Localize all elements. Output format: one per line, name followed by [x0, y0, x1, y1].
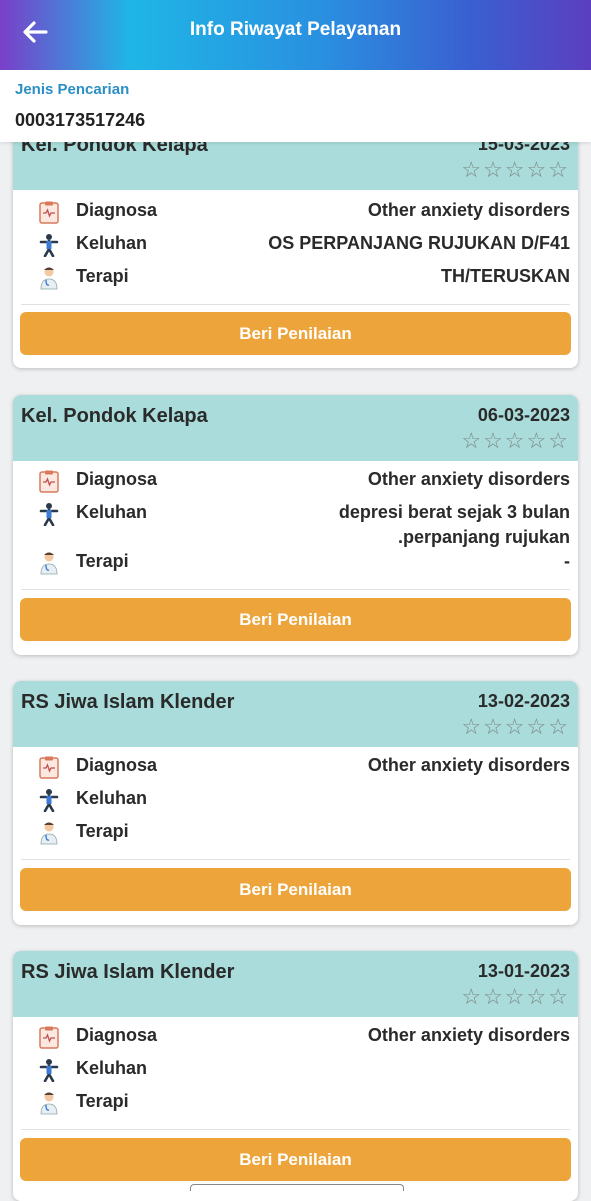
facility-name: RS Jiwa Islam Klender: [21, 691, 235, 713]
star-icon[interactable]: ☆: [483, 985, 503, 1009]
star-icon[interactable]: ☆: [527, 158, 547, 182]
app-bar: Info Riwayat Pelayanan: [0, 0, 591, 70]
card-header: RS Jiwa Islam Klender 13-02-2023 ☆ ☆ ☆ ☆ ☆: [13, 681, 578, 747]
terapi-value: -: [564, 551, 570, 571]
keluhan-label: Keluhan: [76, 1058, 148, 1078]
terapi-label: Terapi: [76, 1091, 129, 1111]
diagnosa-value: Other anxiety disorders: [367, 1025, 570, 1045]
person-icon: [39, 1059, 59, 1082]
diagnosa-value: Other anxiety disorders: [367, 200, 570, 220]
rate-button[interactable]: Beri Penilaian: [20, 868, 571, 911]
star-icon[interactable]: ☆: [505, 985, 525, 1009]
star-icon[interactable]: ☆: [548, 158, 568, 182]
search-value: 0003173517246: [15, 110, 146, 130]
person-icon: [39, 234, 59, 257]
search-type-label: Jenis Pencarian: [15, 81, 130, 98]
divider: [21, 589, 570, 590]
keluhan-label: Keluhan: [76, 502, 148, 522]
card-header: Kel. Pondok Kelapa 06-03-2023 ☆ ☆ ☆ ☆ ☆: [13, 395, 578, 461]
star-icon[interactable]: ☆: [505, 715, 525, 739]
doctor-icon: [40, 822, 58, 845]
rate-button[interactable]: Beri Penilaian: [20, 312, 571, 355]
divider: [21, 304, 570, 305]
terapi-label: Terapi: [76, 821, 129, 841]
terapi-label: Terapi: [76, 266, 129, 286]
clipboard-icon: [39, 756, 59, 779]
divider: [21, 1129, 570, 1130]
star-icon[interactable]: ☆: [461, 429, 481, 453]
doctor-icon: [40, 267, 58, 290]
star-icon[interactable]: ☆: [461, 158, 481, 182]
star-icon[interactable]: ☆: [483, 158, 503, 182]
clipboard-icon: [39, 201, 59, 224]
card-header: RS Jiwa Islam Klender 13-01-2023 ☆ ☆ ☆ ☆ ☆: [13, 951, 578, 1017]
star-icon[interactable]: ☆: [483, 429, 503, 453]
keluhan-value: OS PERPANJANG RUJUKAN D/F41: [268, 233, 570, 253]
facility-name: Kel. Pondok Kelapa: [21, 405, 208, 427]
rate-button[interactable]: Beri Penilaian: [20, 598, 571, 641]
star-icon[interactable]: ☆: [548, 429, 568, 453]
diagnosa-label: Diagnosa: [76, 469, 158, 489]
terapi-value: TH/TERUSKAN: [441, 266, 570, 286]
star-icon[interactable]: ☆: [505, 429, 525, 453]
star-icon[interactable]: ☆: [483, 715, 503, 739]
history-card: Kel. Pondok Kelapa 06-03-2023 ☆ ☆ ☆ ☆ ☆ Diag…: [13, 395, 578, 655]
rate-button[interactable]: Beri Penilaian: [20, 1138, 571, 1181]
rating-stars[interactable]: ☆ ☆ ☆ ☆ ☆: [461, 158, 568, 182]
star-icon[interactable]: ☆: [527, 429, 547, 453]
clipboard-icon: [39, 470, 59, 493]
star-icon[interactable]: ☆: [548, 715, 568, 739]
diagnosa-value: Other anxiety disorders: [367, 755, 570, 775]
rating-stars[interactable]: ☆ ☆ ☆ ☆ ☆: [461, 429, 568, 453]
diagnosa-label: Diagnosa: [76, 755, 158, 775]
keluhan-value: depresi berat sejak 3 bulan .perpanjang …: [338, 502, 570, 547]
history-card: RS Jiwa Islam Klender 13-02-2023 ☆ ☆ ☆ ☆ ☆ D…: [13, 681, 578, 925]
diagnosa-label: Diagnosa: [76, 200, 158, 220]
terapi-label: Terapi: [76, 551, 129, 571]
page-title: Info Riwayat Pelayanan: [189, 19, 402, 40]
star-icon[interactable]: ☆: [548, 985, 568, 1009]
keluhan-label: Keluhan: [76, 233, 148, 253]
visit-date: 13-01-2023: [477, 961, 570, 981]
visit-date: 13-02-2023: [477, 691, 570, 711]
star-icon[interactable]: ☆: [527, 715, 547, 739]
rating-stars[interactable]: ☆ ☆ ☆ ☆ ☆: [461, 715, 568, 739]
history-card: RS Jiwa Islam Klender 13-01-2023 ☆ ☆ ☆ ☆ ☆ D…: [13, 951, 578, 1201]
clipboard-icon: [39, 1026, 59, 1049]
star-icon[interactable]: ☆: [461, 985, 481, 1009]
rating-stars[interactable]: ☆ ☆ ☆ ☆ ☆: [461, 985, 568, 1009]
visit-date: 06-03-2023: [477, 405, 570, 425]
star-icon[interactable]: ☆: [461, 715, 481, 739]
person-icon: [39, 789, 59, 812]
diagnosa-value: Other anxiety disorders: [367, 469, 570, 489]
search-panel: Jenis Pencarian 0003173517246: [0, 70, 591, 142]
person-icon: [39, 503, 59, 526]
star-icon[interactable]: ☆: [527, 985, 547, 1009]
diagnosa-label: Diagnosa: [76, 1025, 158, 1045]
divider: [21, 859, 570, 860]
history-card: Kel. Pondok Kelapa 15-03-2023 ☆ ☆ ☆ ☆ ☆ Diag…: [13, 124, 578, 368]
doctor-icon: [40, 1092, 58, 1115]
star-icon[interactable]: ☆: [505, 158, 525, 182]
doctor-icon: [40, 552, 58, 575]
facility-name: RS Jiwa Islam Klender: [21, 961, 235, 983]
keluhan-label: Keluhan: [76, 788, 148, 808]
